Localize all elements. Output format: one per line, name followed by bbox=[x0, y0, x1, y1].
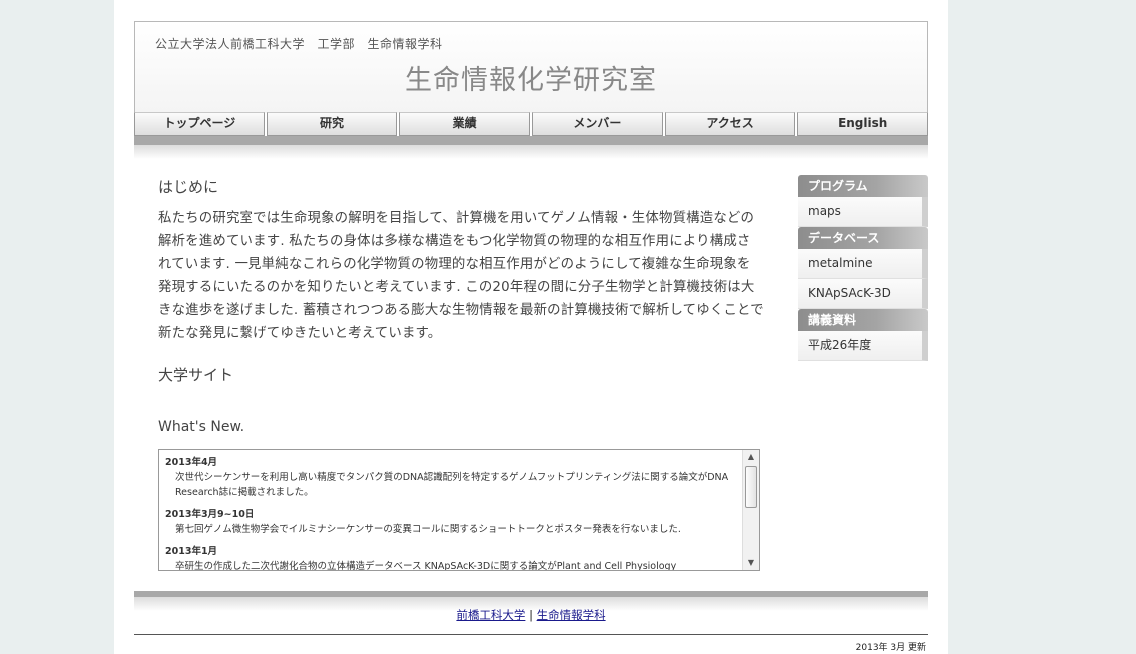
nav-publications[interactable]: 業績 bbox=[399, 112, 531, 136]
main-nav: トップページ 研究 業績 メンバー アクセス English bbox=[134, 112, 929, 136]
scroll-thumb[interactable] bbox=[745, 466, 757, 508]
sidebar-item-metalmine[interactable]: metalmine bbox=[798, 249, 928, 279]
nav-research[interactable]: 研究 bbox=[266, 112, 398, 136]
site-title-text: 生命情報化学研究室 bbox=[405, 65, 657, 96]
site-header: 公立大学法人前橋工科大学 工学部 生命情報学科 生命情報化学研究室 bbox=[134, 21, 928, 113]
sidebar-item-maps[interactable]: maps bbox=[798, 197, 928, 227]
intro-heading: はじめに bbox=[158, 178, 219, 196]
news-date: 2013年1月 bbox=[165, 546, 218, 557]
news-date: 2013年3月9~10日 bbox=[165, 509, 255, 520]
page-container: 公立大学法人前橋工科大学 工学部 生命情報学科 生命情報化学研究室 トップページ… bbox=[114, 0, 948, 654]
news-date: 2013年4月 bbox=[165, 457, 218, 468]
news-list: 2013年4月 次世代シーケンサーを利用し高い精度でタンパク質のDNA認識配列を… bbox=[165, 456, 737, 571]
nav-top-page[interactable]: トップページ bbox=[134, 112, 265, 136]
footer-link-university[interactable]: 前橋工科大学 bbox=[456, 608, 525, 622]
sidebar-item-h26[interactable]: 平成26年度 bbox=[798, 331, 928, 361]
scroll-up-icon[interactable]: ▲ bbox=[743, 450, 759, 464]
footer-link-department[interactable]: 生命情報学科 bbox=[537, 608, 606, 622]
nav-band bbox=[134, 136, 928, 145]
news-text: 第七回ゲノム微生物学会でイルミナシーケンサーの変異コールに関するショートトークと… bbox=[175, 524, 681, 535]
sidebar-heading-lectures: 講義資料 bbox=[798, 309, 928, 331]
news-text: 卒研生の作成した二次代謝化合物の立体構造データベース KNApSAcK-3Dに関… bbox=[175, 561, 677, 571]
site-title: 生命情報化学研究室 bbox=[135, 58, 927, 97]
scroll-down-icon[interactable]: ▼ bbox=[743, 556, 759, 570]
nav-english[interactable]: English bbox=[797, 112, 929, 136]
sidebar: プログラム maps データベース metalmine KNApSAcK-3D … bbox=[798, 175, 928, 361]
nav-access[interactable]: アクセス bbox=[664, 112, 796, 136]
footer-divider bbox=[134, 634, 928, 635]
sidebar-heading-databases: データベース bbox=[798, 227, 928, 249]
footer-links: 前橋工科大学 | 生命情報学科 bbox=[134, 607, 928, 623]
footer-separator: | bbox=[529, 608, 533, 622]
news-text: 次世代シーケンサーを利用し高い精度でタンパク質のDNA認識配列を特定するゲノムフ… bbox=[175, 472, 729, 498]
university-site-heading: 大学サイト bbox=[158, 366, 234, 384]
intro-text: 私たちの研究室では生命現象の解明を目指して、計算機を用いてゲノム情報・生体物質構… bbox=[158, 211, 764, 341]
nav-members[interactable]: メンバー bbox=[532, 112, 663, 136]
sidebar-item-knapsack-3d[interactable]: KNApSAcK-3D bbox=[798, 279, 928, 309]
whats-new-heading: What's New. bbox=[158, 419, 245, 435]
sidebar-heading-programs: プログラム bbox=[798, 175, 928, 197]
news-scroll-box[interactable]: 2013年4月 次世代シーケンサーを利用し高い精度でタンパク質のDNA認識配列を… bbox=[158, 449, 760, 571]
last-updated: 2013年 3月 更新 bbox=[855, 643, 926, 653]
news-scrollbar[interactable]: ▲ ▼ bbox=[742, 450, 759, 570]
header-subtitle: 公立大学法人前橋工科大学 工学部 生命情報学科 bbox=[155, 37, 443, 51]
nav-shadow bbox=[134, 145, 928, 159]
main-content: はじめに 私たちの研究室では生命現象の解明を目指して、計算機を用いてゲノム情報・… bbox=[158, 176, 764, 571]
